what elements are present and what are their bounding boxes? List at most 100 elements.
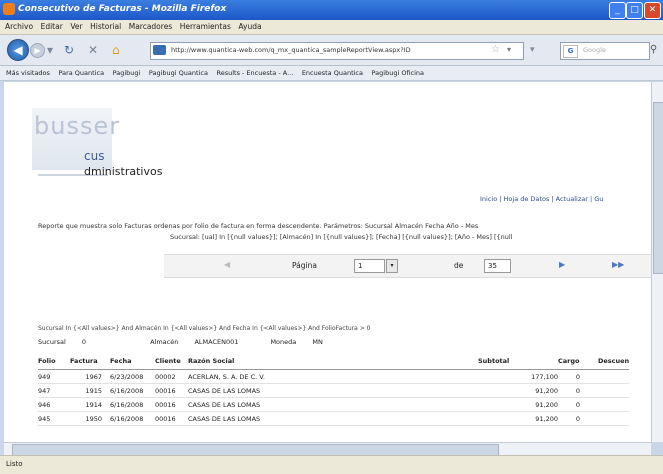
url-text: http://www.quantica-web.com/q_mx_quantic…: [171, 46, 411, 54]
column-header: Subtotal: [478, 353, 558, 370]
table-cell: 6/23/2008: [110, 369, 155, 384]
table-cell: 946: [38, 397, 70, 412]
header-fields: Sucursal 0 Almacén ALMACEN001 Moneda MN: [38, 338, 323, 346]
report-description: Reporte que muestra solo Facturas ordena…: [38, 222, 479, 230]
column-header: Factura: [70, 353, 110, 370]
page-dropdown-icon[interactable]: ▾: [386, 259, 398, 273]
company-logo: busser: [34, 112, 121, 140]
url-dropdown-icon[interactable]: ▾: [507, 45, 511, 54]
status-text: Listo: [6, 460, 23, 468]
search-bar[interactable]: G Google: [560, 42, 650, 60]
back-button[interactable]: ◀: [7, 39, 29, 61]
column-header: Descuen: [598, 353, 630, 370]
site-favicon-icon: [153, 45, 166, 55]
navigation-toolbar: ◀ ▶ ▾ ↻ ✕ ⌂ http://www.quantica-web.com/…: [0, 35, 663, 66]
home-icon[interactable]: ⌂: [112, 43, 120, 57]
next-page-icon[interactable]: ▶: [559, 260, 565, 269]
first-page-icon[interactable]: ◀: [224, 260, 230, 269]
brand-subtitle: dministrativos: [84, 165, 163, 178]
table-cell: 1915: [70, 383, 110, 398]
table-cell: 0: [558, 383, 598, 398]
table-cell: 00002: [155, 369, 188, 384]
almacen-label: Almacén: [150, 338, 179, 346]
table-cell: 1967: [70, 369, 110, 384]
table-cell: [598, 411, 630, 426]
table-row: 947 1915 6/16/2008 00016 CASAS DE LAS LO…: [38, 383, 630, 398]
table-cell: 6/16/2008: [110, 411, 155, 426]
menu-herramientas[interactable]: Herramientas: [180, 22, 231, 31]
bookmark-pagibugi[interactable]: Pagibugi: [113, 69, 141, 77]
history-dropdown-icon[interactable]: ▾: [47, 43, 53, 57]
column-header: Folio: [38, 353, 70, 370]
stop-icon[interactable]: ✕: [88, 43, 98, 57]
page-content: busser cus dministrativos Inicio | Hoja …: [4, 82, 651, 442]
table-header-row: Folio Factura Fecha Cliente Razón Social…: [38, 353, 630, 370]
bookmarks-toolbar: Más visitados Para Quantica Pagibugi Pag…: [0, 66, 663, 81]
table-row: 946 1914 6/16/2008 00016 CASAS DE LAS LO…: [38, 397, 630, 412]
page-label: Página: [292, 261, 317, 270]
last-page-icon[interactable]: ▶▶: [612, 260, 624, 269]
window-title: Consecutivo de Facturas - Mozilla Firefo…: [18, 4, 227, 14]
page-total: 35: [484, 259, 511, 273]
url-bar[interactable]: http://www.quantica-web.com/q_mx_quantic…: [150, 42, 524, 60]
table-cell: 1914: [70, 397, 110, 412]
bookmark-pagibugi-quantica[interactable]: Pagibugi Quantica: [149, 69, 208, 77]
bookmark-results-encuesta[interactable]: Results - Encuesta - A...: [216, 69, 293, 77]
page-of-label: de: [454, 261, 464, 270]
table-cell: 1950: [70, 411, 110, 426]
table-cell: [598, 397, 630, 412]
forward-button[interactable]: ▶: [30, 43, 45, 58]
menu-bar: Archivo Editar Ver Historial Marcadores …: [0, 20, 663, 35]
column-header: Cargo: [558, 353, 598, 370]
table-cell: 00016: [155, 383, 188, 398]
firefox-icon: [3, 3, 15, 15]
search-engine-icon[interactable]: G: [563, 45, 578, 58]
report-pager: ◀ Página 1 ▾ de 35 ▶ ▶▶: [164, 254, 651, 278]
menu-ayuda[interactable]: Ayuda: [238, 22, 261, 31]
table-cell: 177,100: [478, 369, 558, 384]
bookmark-most-visited[interactable]: Más visitados: [6, 69, 50, 77]
table-cell: CASAS DE LAS LOMAS: [188, 397, 478, 412]
filter-summary: Sucursal In {<All values>} And Almacén I…: [38, 325, 371, 332]
menu-ver[interactable]: Ver: [70, 22, 82, 31]
page-input[interactable]: 1: [354, 259, 385, 273]
menu-historial[interactable]: Historial: [90, 22, 121, 31]
table-cell: 0: [558, 369, 598, 384]
top-links[interactable]: Inicio | Hoja de Datos | Actualizar | Gu: [480, 195, 603, 203]
menu-marcadores[interactable]: Marcadores: [129, 22, 173, 31]
minimize-button[interactable]: _: [609, 2, 626, 19]
title-bar: Consecutivo de Facturas - Mozilla Firefo…: [0, 0, 663, 20]
reload-icon[interactable]: ↻: [64, 43, 74, 57]
close-button[interactable]: ✕: [644, 2, 661, 19]
table-cell: 00016: [155, 397, 188, 412]
table-cell: 949: [38, 369, 70, 384]
horizontal-scrollbar[interactable]: [4, 442, 651, 456]
menu-editar[interactable]: Editar: [41, 22, 63, 31]
bookmark-pagibugi-oficina[interactable]: Pagibugi Oficina: [372, 69, 424, 77]
report-parameters: Sucursal: [ual] In [{null values}]; [Alm…: [170, 233, 513, 241]
table-cell: [598, 369, 630, 384]
search-icon[interactable]: ⚲: [650, 43, 657, 57]
moneda-value: MN: [312, 338, 323, 346]
column-header: Razón Social: [188, 353, 478, 370]
maximize-button[interactable]: □: [626, 2, 643, 19]
vertical-scroll-thumb[interactable]: [653, 102, 663, 274]
status-bar: Listo: [0, 455, 663, 474]
table-cell: 0: [558, 411, 598, 426]
invoice-table: Folio Factura Fecha Cliente Razón Social…: [38, 353, 630, 426]
brand-title: cus: [84, 149, 105, 163]
table-cell: 00016: [155, 411, 188, 426]
table-cell: 91,200: [478, 411, 558, 426]
table-row: 949 1967 6/23/2008 00002 ACERLAN, S. A. …: [38, 369, 630, 384]
table-cell: CASAS DE LAS LOMAS: [188, 411, 478, 426]
bookmark-encuesta-quantica[interactable]: Encuesta Quantica: [302, 69, 363, 77]
table-cell: 947: [38, 383, 70, 398]
column-header: Fecha: [110, 353, 155, 370]
url-go-dropdown-icon[interactable]: ▾: [530, 43, 535, 57]
bookmark-para-quantica[interactable]: Para Quantica: [58, 69, 104, 77]
vertical-scrollbar[interactable]: [651, 82, 663, 442]
moneda-label: Moneda: [270, 338, 297, 346]
bookmark-star-icon[interactable]: ☆: [491, 44, 500, 55]
menu-archivo[interactable]: Archivo: [5, 22, 33, 31]
table-cell: 945: [38, 411, 70, 426]
